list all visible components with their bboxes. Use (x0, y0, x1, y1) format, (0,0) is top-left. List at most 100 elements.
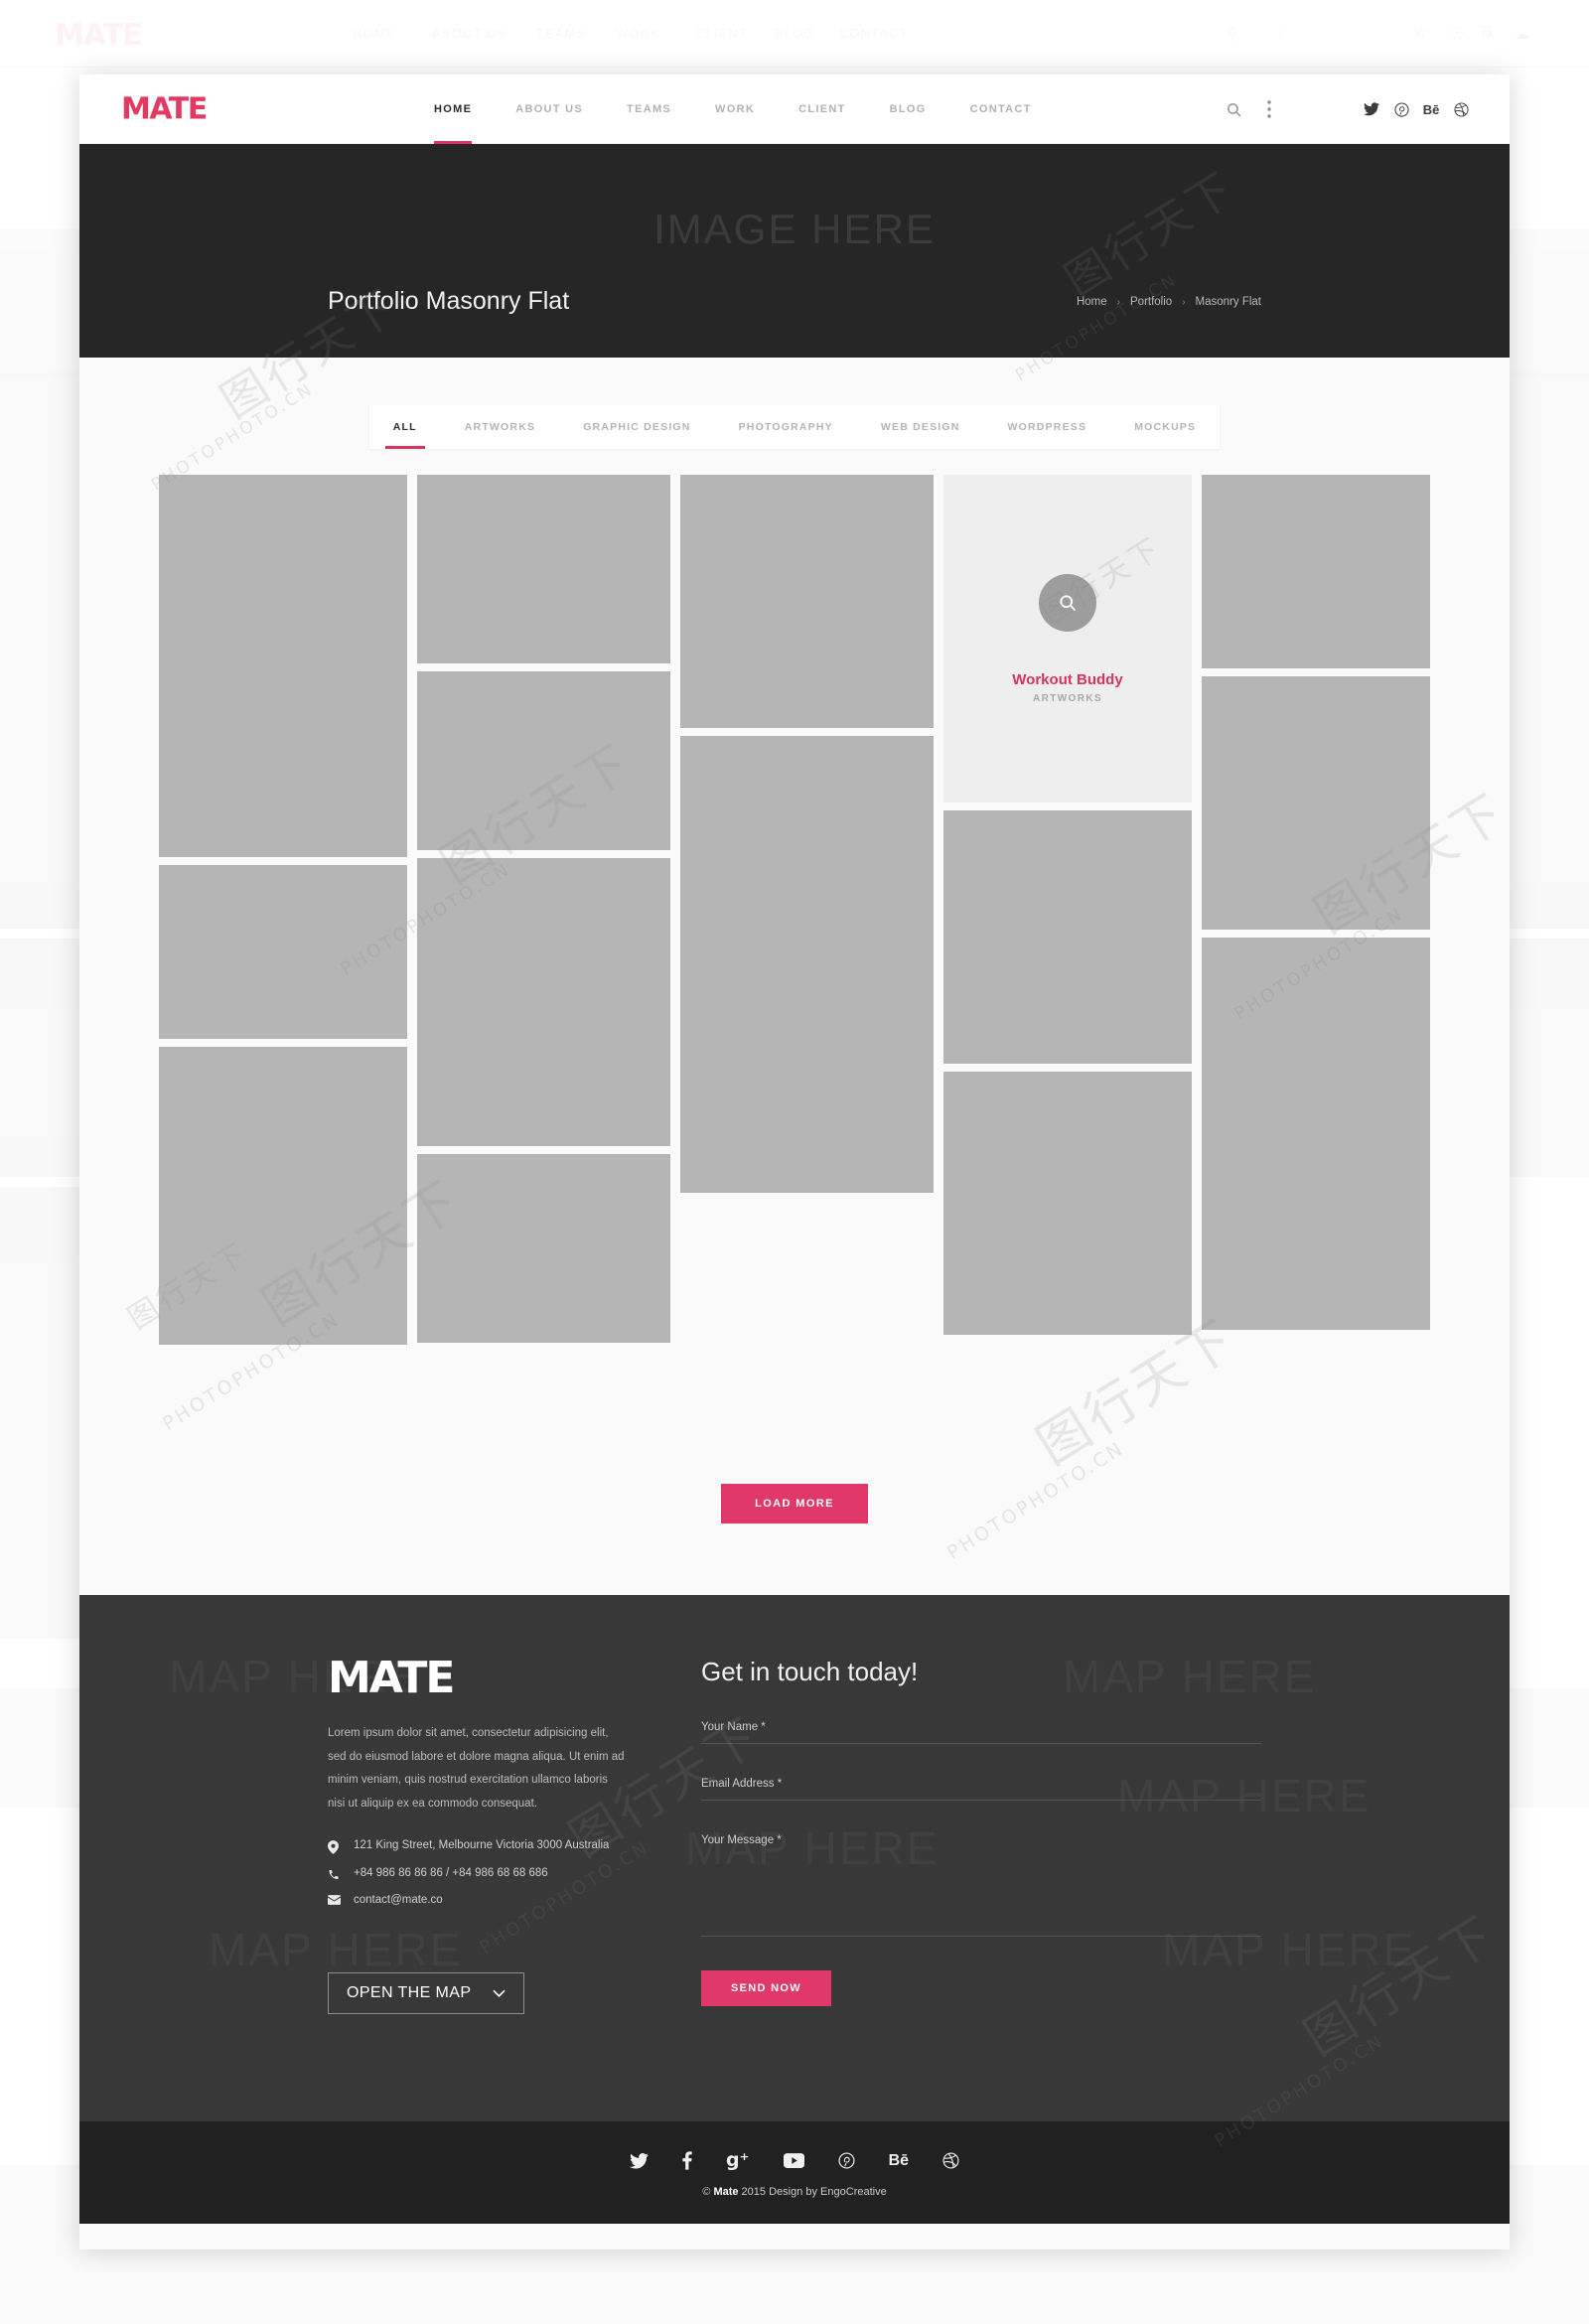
pinterest-icon[interactable] (838, 2151, 855, 2170)
background-twitter-icon: w (1415, 24, 1427, 41)
copyright-rest: 2015 Design by EngoCreative (738, 2186, 887, 2198)
portfolio-item[interactable] (417, 475, 670, 663)
contact-email-row: contact@mate.co (328, 1894, 626, 1906)
portfolio-item-category: ARTWORKS (1032, 692, 1103, 704)
filter-tab-artworks[interactable]: ARTWORKS (441, 405, 559, 449)
background-nav-bar (0, 0, 1589, 68)
filter-tab-mockups[interactable]: MOCKUPS (1110, 405, 1220, 449)
twitter-icon[interactable] (1357, 74, 1386, 144)
page-card: MATE HOME ABOUT US TEAMS WORK CLIENT BLO… (79, 74, 1510, 2250)
filter-tab-graphic-design[interactable]: GRAPHIC DESIGN (559, 405, 714, 449)
breadcrumb-item-home[interactable]: Home (1077, 296, 1107, 308)
nav-item-blog[interactable]: BLOG (868, 74, 948, 144)
background-logo: MATE (55, 18, 143, 53)
portfolio-item[interactable] (1202, 938, 1430, 1330)
filter-tab-wordpress[interactable]: WORDPRESS (984, 405, 1111, 449)
footer-logo: MATE (328, 1653, 456, 1703)
portfolio-item[interactable] (943, 810, 1192, 1064)
nav-item-about-us[interactable]: ABOUT US (494, 74, 605, 144)
location-pin-icon (328, 1840, 342, 1855)
portfolio-item-hovered[interactable]: Workout Buddy ARTWORKS (943, 475, 1192, 802)
portfolio-masonry-grid: Workout Buddy ARTWORKS (159, 475, 1430, 1428)
copyright-brand: Mate (713, 2186, 739, 2198)
portfolio-item[interactable] (159, 1047, 407, 1345)
contact-address-text: 121 King Street, Melbourne Victoria 3000… (354, 1839, 610, 1852)
behance-icon[interactable]: Bē (889, 2151, 909, 2170)
magnifier-icon[interactable] (1039, 573, 1096, 632)
background-menu-item-client: CLIENT (695, 26, 748, 41)
hero-placeholder-label: IMAGE HERE (653, 206, 936, 252)
email-address-label: Email Address * (701, 1778, 783, 1790)
portfolio-item[interactable] (417, 1154, 670, 1343)
filter-tab-web-design[interactable]: WEB DESIGN (857, 405, 984, 449)
contact-form-title: Get in touch today! (701, 1657, 919, 1686)
portfolio-item[interactable] (1202, 676, 1430, 930)
portfolio-item[interactable] (680, 736, 934, 1193)
dribbble-icon[interactable] (942, 2151, 959, 2170)
nav-item-contact[interactable]: CONTACT (948, 74, 1054, 144)
dribbble-icon[interactable] (1446, 74, 1476, 144)
nav-item-teams[interactable]: TEAMS (605, 74, 693, 144)
pinterest-icon[interactable] (1386, 74, 1416, 144)
portfolio-item-overlay: Workout Buddy ARTWORKS (943, 475, 1192, 802)
nav-item-work[interactable]: WORK (693, 74, 777, 144)
background-search-icon: ⚲ (1227, 26, 1238, 43)
header-tools: Bē (1216, 74, 1476, 144)
background-behance-icon: B (1482, 24, 1493, 41)
open-the-map-button[interactable]: OPEN THE MAP (328, 1972, 525, 2015)
portfolio-item[interactable] (417, 858, 670, 1146)
site-header: MATE HOME ABOUT US TEAMS WORK CLIENT BLO… (79, 74, 1510, 144)
background-menu-item-contact: CONTACT (839, 26, 909, 41)
contact-email-text: contact@mate.co (354, 1894, 443, 1907)
site-logo[interactable]: MATE (121, 91, 208, 126)
search-icon[interactable] (1216, 74, 1251, 144)
background-more-vertical-icon: ⋮ (1273, 26, 1289, 43)
background-dribbble-icon: ☁ (1515, 26, 1530, 43)
portfolio-filter-bar: ALL ARTWORKS GRAPHIC DESIGN PHOTOGRAPHY … (79, 358, 1510, 475)
chevron-right-icon: › (1116, 296, 1120, 308)
youtube-icon[interactable] (783, 2151, 804, 2170)
email-address-field[interactable]: Email Address * (701, 1778, 1261, 1801)
open-the-map-label: OPEN THE MAP (347, 1984, 472, 2002)
portfolio-item[interactable] (680, 475, 934, 728)
your-message-field[interactable]: Your Message * (701, 1834, 1261, 1937)
breadcrumb-item-portfolio[interactable]: Portfolio (1130, 296, 1172, 308)
copyright-prefix: © (702, 2186, 714, 2198)
twitter-icon[interactable] (629, 2151, 649, 2170)
phone-icon (328, 1868, 342, 1881)
nav-item-home[interactable]: HOME (412, 74, 494, 144)
copyright-text: © Mate 2015 Design by EngoCreative (79, 2186, 1510, 2198)
footer-bottom-bar: g⁺ Bē © Mate 2015 Design by EngoCreative (79, 2121, 1510, 2224)
header-social-links: Bē (1357, 74, 1476, 144)
contact-address-row: 121 King Street, Melbourne Victoria 3000… (328, 1839, 626, 1855)
portfolio-item[interactable] (943, 1072, 1192, 1335)
chevron-down-icon (493, 1989, 506, 1998)
send-now-button[interactable]: SEND NOW (701, 1970, 831, 2006)
site-footer: MAP HERE MAP HERE MAP HERE MAP HERE MAP … (79, 1595, 1510, 2121)
load-more-section: LOAD MORE (79, 1428, 1510, 1595)
background-menu-item-work: WORK (616, 26, 660, 41)
behance-icon[interactable]: Bē (1416, 74, 1446, 144)
more-vertical-icon[interactable] (1251, 74, 1287, 144)
footer-contact-info: 121 King Street, Melbourne Victoria 3000… (328, 1839, 626, 1906)
breadcrumb: Home › Portfolio › Masonry Flat (1077, 296, 1261, 308)
background-pinterest-icon: ☉ (1450, 26, 1465, 43)
filter-tab-all[interactable]: ALL (369, 405, 441, 449)
load-more-button[interactable]: LOAD MORE (721, 1484, 868, 1524)
background-menu-item-teams: TEAMS (536, 26, 587, 41)
your-name-field[interactable]: Your Name * (701, 1721, 1261, 1744)
portfolio-item[interactable] (159, 865, 407, 1039)
contact-phone-row: +84 986 86 86 86 / +84 986 68 68 686 (328, 1867, 626, 1881)
google-plus-icon[interactable]: g⁺ (726, 2151, 750, 2170)
background-nav-divider (0, 67, 1589, 68)
filter-tabs: ALL ARTWORKS GRAPHIC DESIGN PHOTOGRAPHY … (368, 405, 1221, 449)
filter-tab-photography[interactable]: PHOTOGRAPHY (715, 405, 857, 449)
nav-item-client[interactable]: CLIENT (777, 74, 868, 144)
envelope-icon (328, 1895, 342, 1906)
background-menu-item-about: ABOUT US (432, 26, 507, 41)
facebook-icon[interactable] (682, 2151, 692, 2170)
portfolio-item[interactable] (159, 475, 407, 857)
email-address-underline (701, 1800, 1261, 1801)
portfolio-item[interactable] (1202, 475, 1430, 668)
portfolio-item[interactable] (417, 671, 670, 850)
